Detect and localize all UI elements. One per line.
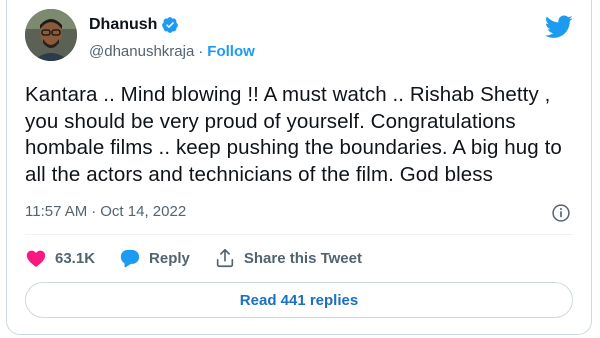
author-name-row: Dhanush	[89, 16, 179, 34]
divider	[25, 234, 573, 235]
like-count: 63.1K	[55, 249, 96, 267]
avatar[interactable]	[25, 9, 77, 61]
tweet-actions: 63.1K Reply Share this Tweet	[25, 247, 386, 269]
heart-icon	[26, 250, 46, 267]
share-button[interactable]: Share this Tweet	[214, 247, 362, 269]
reply-button[interactable]: Reply	[119, 247, 190, 269]
avatar-image	[25, 9, 77, 61]
tweet-meta: 11:57 AM · Oct 14, 2022	[25, 203, 186, 220]
author-handle-row: @dhanushkraja · Follow	[89, 43, 255, 60]
author-handle[interactable]: @dhanushkraja	[89, 43, 194, 60]
tweet-card: Dhanush @dhanushkraja · Follow Kantara .…	[6, 0, 592, 335]
meta-separator: ·	[91, 203, 97, 220]
share-label: Share this Tweet	[243, 249, 362, 267]
verified-badge-icon	[162, 17, 179, 33]
reply-label: Reply	[149, 249, 190, 267]
follow-button[interactable]: Follow	[207, 43, 255, 60]
read-replies-button[interactable]: Read 441 replies	[25, 282, 573, 318]
share-upload-icon	[216, 248, 234, 268]
separator-dot: ·	[198, 43, 204, 60]
speech-bubble-icon	[120, 249, 140, 268]
info-icon[interactable]	[551, 203, 571, 223]
like-button[interactable]: 63.1K	[25, 247, 95, 269]
author-name[interactable]: Dhanush	[89, 16, 157, 34]
twitter-bird-icon[interactable]	[545, 15, 573, 39]
tweet-date[interactable]: Oct 14, 2022	[100, 203, 186, 220]
tweet-text: Kantara .. Mind blowing !! A must watch …	[25, 83, 562, 186]
tweet-time[interactable]: 11:57 AM	[25, 203, 87, 220]
